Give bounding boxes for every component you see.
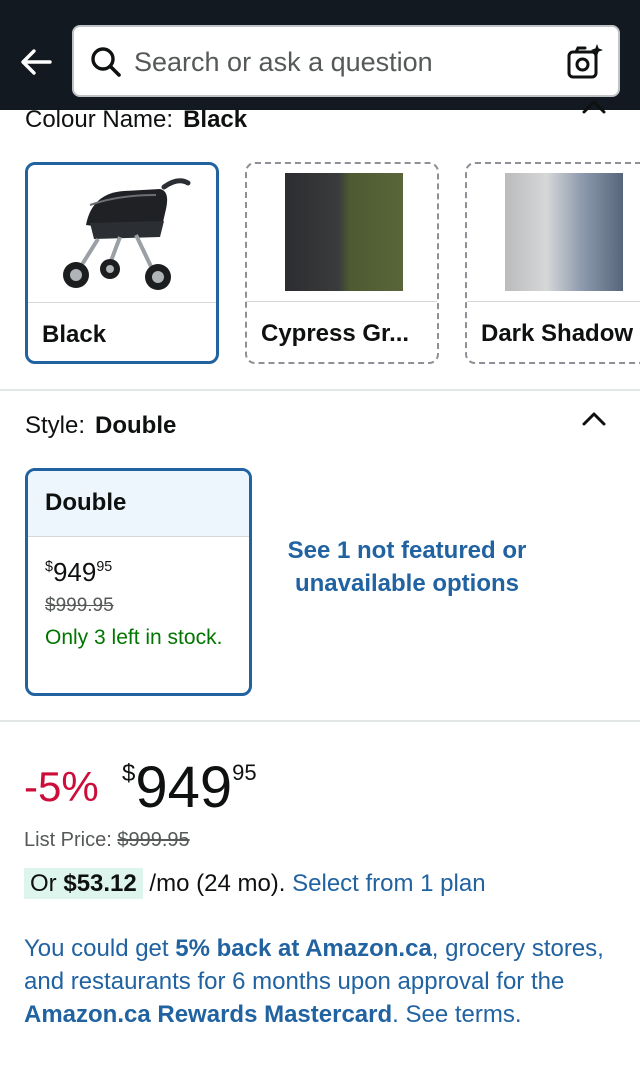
current-price: $94995 bbox=[122, 754, 257, 821]
see-unavailable-options-link[interactable]: See 1 not featured or unavailable option… bbox=[284, 534, 530, 600]
style-option-double[interactable]: Double $94995 $999.95 Only 3 left in sto… bbox=[25, 468, 252, 696]
stroller-image bbox=[63, 178, 191, 290]
swatch-label: Black bbox=[42, 321, 107, 348]
list-price-label: List Price: bbox=[24, 829, 112, 851]
swatch-label: Cypress Gr... bbox=[261, 320, 410, 347]
style-label: Style: bbox=[25, 412, 86, 439]
swatch-image-area bbox=[467, 164, 640, 301]
promo-card-name: Amazon.ca Rewards Mastercard bbox=[24, 1001, 393, 1028]
chevron-up-icon[interactable] bbox=[580, 408, 608, 430]
list-price-value: $999.95 bbox=[117, 829, 190, 851]
colour-swatch-black[interactable]: Black bbox=[25, 162, 219, 364]
back-arrow-icon[interactable] bbox=[18, 44, 54, 80]
list-price-row: List Price: $999.95 bbox=[24, 829, 190, 852]
price-whole: 949 bbox=[52, 557, 97, 587]
promo-highlight: 5% back at Amazon.ca bbox=[175, 935, 432, 962]
swatch-divider bbox=[247, 301, 437, 302]
section-divider bbox=[0, 720, 640, 722]
colour-name-row: Colour Name: Black bbox=[25, 106, 247, 134]
currency-symbol: $ bbox=[122, 760, 136, 787]
colour-swatch-cypress-green[interactable]: Cypress Gr... bbox=[245, 162, 439, 364]
style-option-title: Double bbox=[28, 471, 249, 537]
monthly-payment-row: Or $53.12 /mo (24 mo). Select from 1 pla… bbox=[24, 868, 486, 899]
monthly-payment-highlight: Or $53.12 bbox=[24, 868, 143, 899]
swatch-color-sample bbox=[505, 173, 623, 291]
stock-status: Only 3 left in stock. bbox=[45, 626, 223, 649]
colour-name-value: Black bbox=[183, 106, 248, 133]
monthly-amount: $53.12 bbox=[63, 870, 137, 897]
swatch-divider bbox=[28, 302, 216, 303]
swatch-label: Dark Shadow bbox=[481, 320, 634, 347]
swatch-divider bbox=[467, 301, 640, 302]
price-fraction: 95 bbox=[232, 760, 257, 785]
chevron-up-icon[interactable] bbox=[578, 96, 610, 120]
currency-symbol: $ bbox=[45, 559, 53, 575]
style-option-list-price: $999.95 bbox=[45, 595, 114, 616]
promo-terms: . See terms. bbox=[392, 1001, 522, 1028]
price-fraction: 95 bbox=[96, 559, 113, 575]
colour-swatch-dark-shadow[interactable]: Dark Shadow bbox=[465, 162, 640, 364]
price-whole: 949 bbox=[135, 755, 233, 820]
monthly-term: /mo (24 mo). bbox=[149, 870, 286, 897]
select-plan-link[interactable]: Select from 1 plan bbox=[292, 870, 485, 897]
style-row: Style: Double bbox=[25, 412, 176, 440]
search-bar[interactable] bbox=[72, 25, 620, 97]
camera-search-icon[interactable] bbox=[566, 43, 604, 81]
style-option-price: $94995 bbox=[45, 557, 112, 588]
search-icon bbox=[91, 47, 121, 77]
swatch-color-sample bbox=[285, 173, 403, 291]
top-bar bbox=[0, 0, 640, 110]
rewards-card-promo[interactable]: You could get 5% back at Amazon.ca, groc… bbox=[24, 932, 624, 1031]
search-input[interactable] bbox=[134, 45, 554, 79]
style-value: Double bbox=[95, 412, 177, 439]
monthly-prefix: Or bbox=[30, 870, 57, 897]
swatch-image-area bbox=[247, 164, 437, 301]
discount-percent: -5% bbox=[24, 763, 99, 810]
section-divider bbox=[0, 389, 640, 391]
colour-name-label: Colour Name: bbox=[25, 106, 174, 133]
promo-text: You could get bbox=[24, 935, 176, 962]
